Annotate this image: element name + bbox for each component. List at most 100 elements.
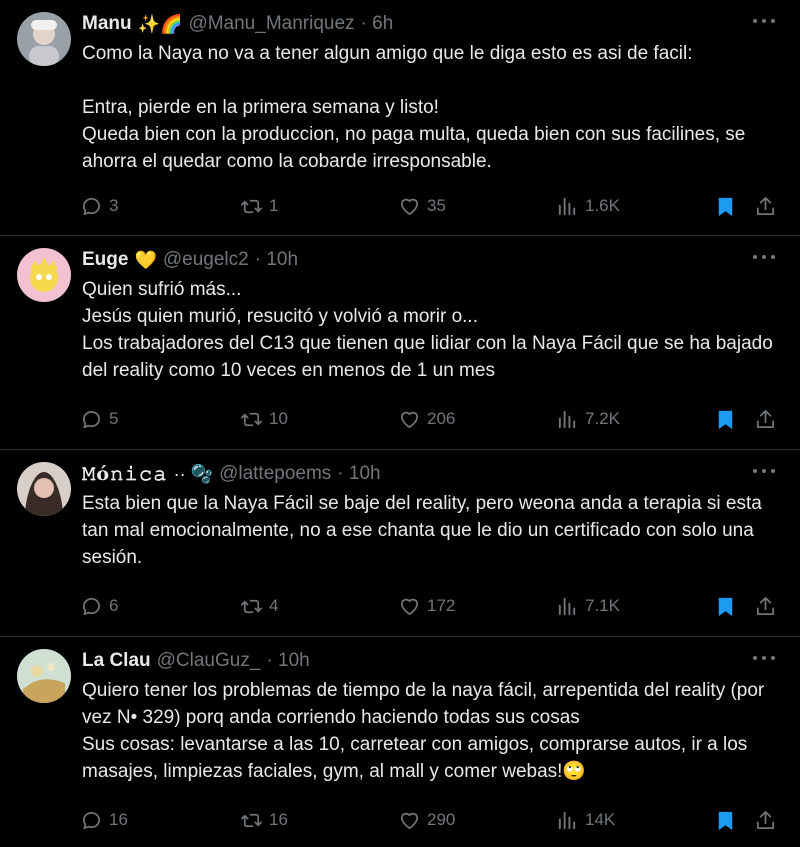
share-button[interactable] [754,595,777,618]
like-count: 206 [427,409,456,428]
view-count: 14K [585,810,616,829]
action-bar: 16 16 290 14K [80,807,780,833]
action-bar: 5 10 206 7.2K [80,406,780,432]
bookmark-icon [718,410,733,429]
name-emojis: ✨🌈 [137,13,183,34]
display-name[interactable]: 𝙼ó𝚗𝚒𝚌𝚊 [82,463,168,485]
views-button[interactable]: 7.1K [556,595,620,618]
share-button[interactable] [754,195,777,218]
more-options-icon[interactable] [753,464,775,478]
share-icon [756,810,775,829]
views-button[interactable]: 7.2K [556,408,620,431]
views-icon [558,197,576,215]
tweet-feed: Manu ✨🌈 @Manu_Manriquez · 6h Como la Nay… [0,0,800,847]
avatar[interactable] [17,12,71,66]
tweet-text: Esta bien que la Naya Fácil se baje del … [82,493,762,568]
avatar[interactable] [17,462,71,516]
retweet-icon [241,599,262,613]
like-button[interactable]: 35 [398,195,446,218]
reply-icon [82,811,100,829]
view-count: 7.2K [585,409,620,428]
views-icon [558,410,576,428]
views-icon [558,811,576,829]
reply-button[interactable]: 16 [80,809,128,832]
reply-button[interactable]: 3 [80,195,118,218]
retweet-count: 1 [269,196,279,215]
retweet-count: 10 [269,409,288,428]
views-button[interactable]: 14K [556,809,615,832]
timestamp[interactable]: · 10h [337,463,380,485]
tweet-header: Euge 💛 @eugelc2 · 10h [82,247,770,273]
heart-icon [400,198,419,215]
heart-icon [400,411,419,428]
timestamp[interactable]: · 10h [255,249,298,271]
retweet-button[interactable]: 4 [240,595,278,618]
share-icon [756,409,775,428]
heart-icon [400,812,419,829]
retweet-button[interactable]: 1 [240,195,278,218]
retweet-button[interactable]: 10 [240,408,288,431]
name-emojis: ·· 🫧 [173,463,214,484]
user-handle[interactable]: @eugelc2 [163,249,249,271]
bookmark-button[interactable] [714,408,737,431]
retweet-icon [241,199,262,213]
share-icon [756,196,775,215]
reply-button[interactable]: 5 [80,408,118,431]
view-count: 1.6K [585,196,620,215]
tweet-text: Quien sufrió más... Jesús quien murió, r… [82,279,773,381]
share-button[interactable] [754,408,777,431]
tweet-header: Manu ✨🌈 @Manu_Manriquez · 6h [82,11,770,37]
bookmark-button[interactable] [714,595,737,618]
display-name[interactable]: Manu [82,13,132,35]
retweet-count: 16 [269,810,288,829]
tweet-text: Como la Naya no va a tener algun amigo q… [82,43,746,172]
heart-icon [400,598,419,615]
tweet-header: 𝙼ó𝚗𝚒𝚌𝚊 ·· 🫧 @lattepoems · 10h [82,461,770,487]
views-icon [558,597,576,615]
tweet-card[interactable]: 𝙼ó𝚗𝚒𝚌𝚊 ·· 🫧 @lattepoems · 10h Esta bien … [0,450,800,637]
like-button[interactable]: 206 [398,408,455,431]
bookmark-icon [718,597,733,616]
display-name[interactable]: La Clau [82,650,151,672]
view-count: 7.1K [585,596,620,615]
bookmark-button[interactable] [714,809,737,832]
more-options-icon[interactable] [753,14,775,28]
retweet-icon [241,813,262,827]
tweet-card[interactable]: Euge 💛 @eugelc2 · 10h Quien sufrió más..… [0,236,800,450]
reply-count: 5 [109,409,119,428]
display-name[interactable]: Euge [82,249,128,271]
retweet-count: 4 [269,596,279,615]
action-bar: 3 1 35 1.6K [80,193,780,219]
name-emojis: 💛 [134,249,157,270]
like-button[interactable]: 290 [398,809,455,832]
like-count: 35 [427,196,446,215]
reply-button[interactable]: 6 [80,595,118,618]
reply-count: 3 [109,196,119,215]
tweet-text: Quiero tener los problemas de tiempo de … [82,680,765,782]
tweet-card[interactable]: La Clau @ClauGuz_ · 10h Quiero tener los… [0,637,800,847]
more-options-icon[interactable] [753,651,775,665]
tweet-header: La Clau @ClauGuz_ · 10h [82,648,770,674]
more-options-icon[interactable] [753,250,775,264]
avatar[interactable] [17,248,71,302]
share-button[interactable] [754,809,777,832]
reply-icon [82,197,100,215]
timestamp[interactable]: · 10h [266,650,309,672]
bookmark-icon [718,811,733,830]
user-handle[interactable]: @ClauGuz_ [157,650,261,672]
user-handle[interactable]: @lattepoems [219,463,331,485]
user-handle[interactable]: @Manu_Manriquez [188,13,354,35]
views-button[interactable]: 1.6K [556,195,620,218]
retweet-button[interactable]: 16 [240,809,288,832]
avatar[interactable] [17,649,71,703]
retweet-icon [241,412,262,426]
like-count: 172 [427,596,456,615]
reply-icon [82,597,100,615]
like-button[interactable]: 172 [398,595,455,618]
timestamp[interactable]: · 6h [361,13,394,35]
bookmark-button[interactable] [714,195,737,218]
reply-icon [82,410,100,428]
tweet-card[interactable]: Manu ✨🌈 @Manu_Manriquez · 6h Como la Nay… [0,0,800,236]
like-count: 290 [427,810,456,829]
reply-count: 16 [109,810,128,829]
